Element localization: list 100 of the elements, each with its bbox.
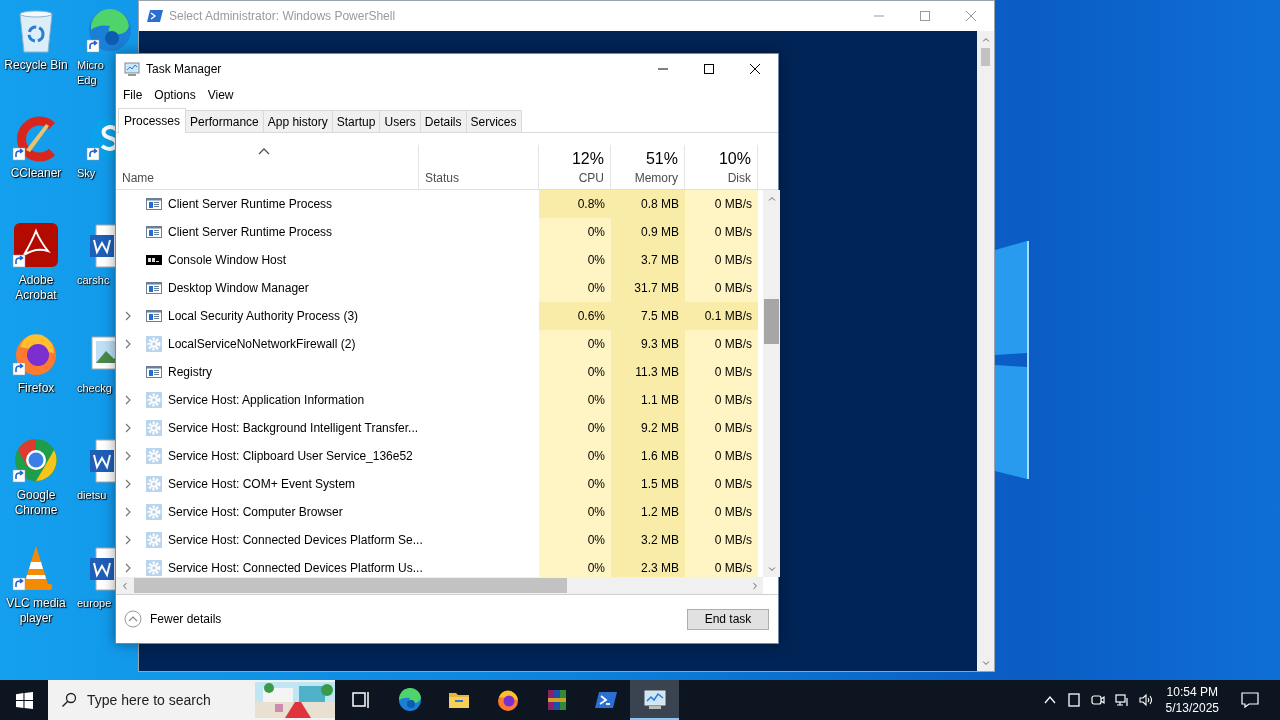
table-cell: 0 MB/s <box>685 414 758 442</box>
process-name[interactable]: Service Host: Computer Browser <box>168 505 343 519</box>
process-name[interactable]: Service Host: Background Intelligent Transfer... <box>168 421 419 435</box>
usage-total: 10% <box>718 150 751 168</box>
table-cell: 0 MB/s <box>685 246 758 274</box>
usage-total: 12% <box>571 150 604 168</box>
tab[interactable]: Details <box>419 110 467 132</box>
browser-icon[interactable] <box>397 688 422 712</box>
table-cell: 0% <box>539 246 611 274</box>
table-cell: 0 MB/s <box>685 218 758 246</box>
end-task-button[interactable]: End task <box>687 608 769 630</box>
monitor-icon[interactable] <box>642 688 667 712</box>
chevron-icon[interactable] <box>123 479 133 489</box>
tab[interactable]: Users <box>379 110 421 132</box>
table-cell: 0 MB/s <box>685 442 758 470</box>
device-icon[interactable] <box>1066 693 1081 707</box>
table-cell: 0% <box>539 442 611 470</box>
process-name[interactable]: Console Window Host <box>168 253 287 267</box>
process-name[interactable]: Service Host: COM+ Event System <box>168 477 356 491</box>
clock-time[interactable]: 10:54 PM <box>1166 684 1218 700</box>
pdf-icon[interactable] <box>12 221 60 269</box>
tab[interactable]: Services <box>465 110 522 132</box>
fewer-details-link[interactable]: Fewer details <box>150 612 222 626</box>
chevron-icon[interactable] <box>123 507 133 517</box>
chevron-icon[interactable] <box>123 451 133 461</box>
menu-item[interactable]: Options <box>148 88 202 102</box>
scrollbar-thumb[interactable] <box>134 578 567 593</box>
table-cell: 7.5 MB <box>611 302 685 330</box>
chevron-icon[interactable] <box>123 339 133 349</box>
table-cell: 11.3 MB <box>611 358 685 386</box>
table-cell: 1.2 MB <box>611 498 685 526</box>
table-cell: 0 MB/s <box>685 526 758 554</box>
process-name[interactable]: Service Host: Clipboard User Service_136e52 <box>168 449 413 463</box>
camera-icon[interactable] <box>1090 693 1105 707</box>
table-cell: 0.1 MB/s <box>685 302 758 330</box>
chevron-icon[interactable] <box>123 311 133 321</box>
menu-item[interactable]: View <box>201 88 240 102</box>
table-cell: 9.2 MB <box>611 414 685 442</box>
process-name[interactable]: Service Host: Application Information <box>168 393 365 407</box>
notification-icon[interactable] <box>1241 691 1259 709</box>
table-cell: 1.5 MB <box>611 470 685 498</box>
column-header[interactable]: Disk <box>727 171 751 185</box>
table-cell: 9.3 MB <box>611 330 685 358</box>
volume-icon[interactable] <box>1138 693 1153 707</box>
process-name[interactable]: Service Host: Connected Devices Platform Se... <box>168 533 423 547</box>
table-cell: 0 MB/s <box>685 330 758 358</box>
process-name[interactable]: Service Host: Connected Devices Platform Us... <box>168 561 423 575</box>
clock-date[interactable]: 5/13/2025 <box>1165 700 1219 716</box>
taskbar-button[interactable] <box>630 680 679 720</box>
scrollbar-thumb[interactable] <box>764 299 779 344</box>
table-cell: 0 MB/s <box>685 386 758 414</box>
table-cell: 0% <box>539 358 611 386</box>
table-cell: 0 MB/s <box>685 274 758 302</box>
table-cell: 0.9 MB <box>611 218 685 246</box>
chevron-icon[interactable] <box>123 535 133 545</box>
column-header[interactable]: Status <box>425 171 532 185</box>
process-name[interactable]: LocalServiceNoNetworkFirewall (2) <box>168 337 356 351</box>
tab[interactable]: App history <box>262 110 333 132</box>
column-header[interactable]: Name <box>122 171 412 185</box>
process-name[interactable]: Desktop Window Manager <box>168 281 309 295</box>
network-icon[interactable] <box>1114 693 1129 707</box>
process-name[interactable]: Client Server Runtime Process <box>168 197 333 211</box>
table-cell: 0% <box>539 498 611 526</box>
process-name[interactable]: Registry <box>168 365 212 379</box>
close-icon <box>965 10 977 22</box>
scrollbar-thumb[interactable] <box>981 48 990 66</box>
tab[interactable]: Startup <box>331 110 381 132</box>
search-icon <box>61 692 77 708</box>
table-cell: 0% <box>539 330 611 358</box>
terminal-icon <box>147 8 163 24</box>
process-name[interactable]: Local Security Authority Process (3) <box>168 309 359 323</box>
windows-logo-icon[interactable] <box>15 691 33 709</box>
column-header[interactable]: Memory <box>634 171 678 185</box>
table-cell: 0.8 MB <box>611 190 685 218</box>
browser-icon[interactable] <box>495 688 520 712</box>
table-cell: 0% <box>539 414 611 442</box>
maximize-icon <box>919 10 931 22</box>
table-cell: 3.7 MB <box>611 246 685 274</box>
process-name[interactable]: Client Server Runtime Process <box>168 225 333 239</box>
usage-total: 51% <box>645 150 678 168</box>
browser-icon[interactable] <box>86 6 134 54</box>
table-cell: 0 MB/s <box>685 498 758 526</box>
close-icon <box>749 63 761 75</box>
collapse-icon[interactable] <box>124 610 142 628</box>
table-cell: 0% <box>539 218 611 246</box>
table-cell: 1.1 MB <box>611 386 685 414</box>
table-cell: 0% <box>539 386 611 414</box>
chevron-icon[interactable] <box>123 563 133 573</box>
menu-item[interactable]: File <box>117 88 149 102</box>
table-cell: 0% <box>539 526 611 554</box>
window-title: Select Administrator: Windows PowerShell <box>169 9 397 23</box>
tab[interactable]: Processes <box>118 108 187 133</box>
table-cell: 0.8% <box>539 190 611 218</box>
table-cell: 3.2 MB <box>611 526 685 554</box>
table-cell: 0% <box>539 470 611 498</box>
chevron-icon[interactable] <box>123 423 133 433</box>
column-header[interactable]: CPU <box>578 171 604 185</box>
chevron-icon[interactable] <box>123 395 133 405</box>
tab[interactable]: Performance <box>185 110 264 132</box>
table-cell: 0 MB/s <box>685 470 758 498</box>
